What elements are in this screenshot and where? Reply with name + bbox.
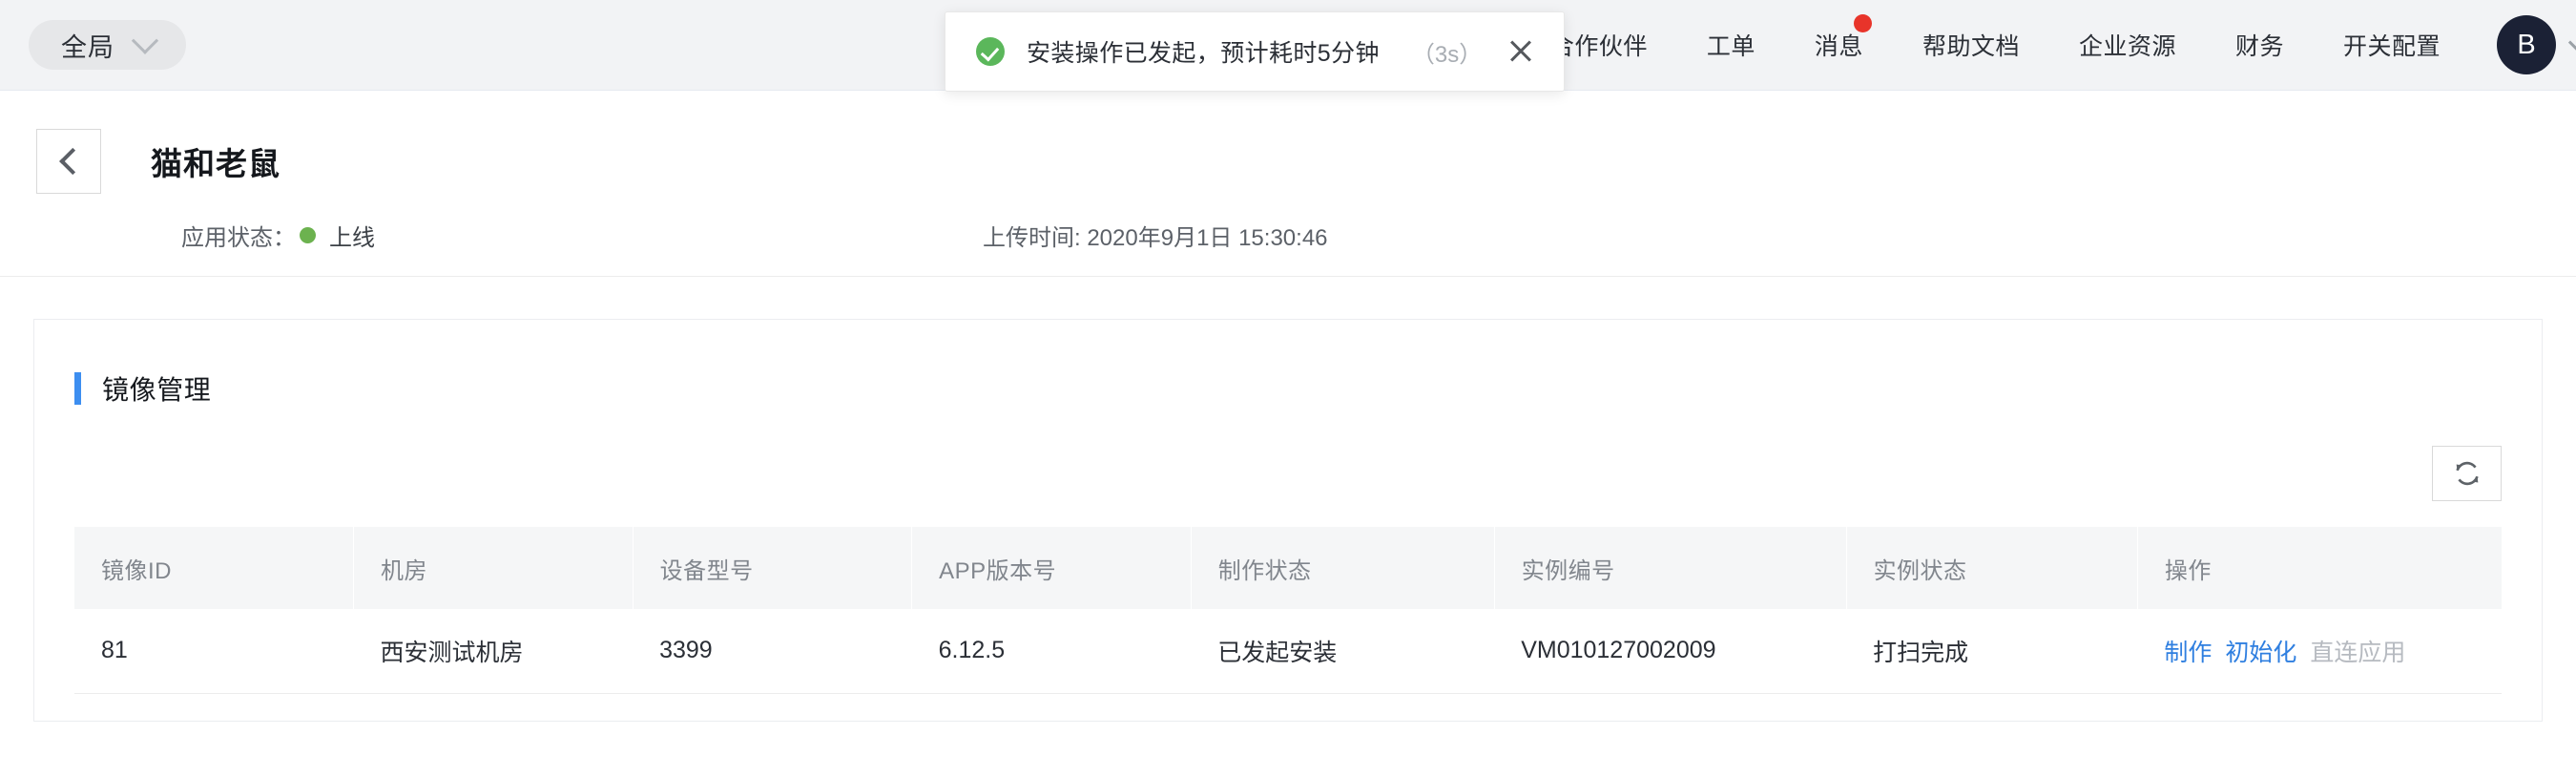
cell-build-status: 已发起安装: [1191, 609, 1495, 694]
upload-time: 上传时间: 2020年9月1日 15:30:46: [983, 224, 1328, 251]
scope-selector-label: 全局: [61, 32, 114, 62]
toast-notification: 安装操作已发起，预计耗时5分钟 （3s）: [945, 11, 1565, 92]
status-dot-icon: [300, 226, 316, 243]
chevron-left-icon: [59, 147, 87, 176]
cell-instance-no: VM010127002009: [1494, 609, 1847, 694]
app-status: 应用状态： 上线: [181, 219, 375, 252]
nav-item-label: 财务: [2234, 33, 2284, 60]
chevron-down-icon: [131, 27, 159, 54]
cell-data-center: 西安测试机房: [353, 609, 634, 694]
refresh-icon: [2455, 461, 2479, 486]
column-header-build-status: 制作状态: [1191, 527, 1495, 609]
cell-actions: 制作 初始化 直连应用: [2137, 609, 2502, 694]
nav-item-label: 工单: [1706, 33, 1755, 60]
scope-selector[interactable]: 全局: [29, 20, 186, 70]
cell-image-id: 81: [74, 609, 354, 694]
page-header-row: 猫和老鼠: [0, 91, 2576, 194]
nav-item-messages[interactable]: 消息: [1785, 14, 1893, 62]
toast-countdown: （3s）: [1411, 41, 1483, 68]
page-header: 猫和老鼠 应用状态： 上线 上传时间: 2020年9月1日 15:30:46: [0, 91, 2576, 277]
column-header-actions: 操作: [2137, 527, 2502, 609]
action-build[interactable]: 制作: [2164, 634, 2212, 668]
column-header-instance-status: 实例状态: [1846, 527, 2138, 609]
content-area: 镜像管理 镜像ID 机房 设备型号 APP版本号 制作状态 实例编号 实例状态 …: [0, 277, 2576, 722]
success-check-icon: [976, 37, 1005, 66]
nav-item-label: 开关配置: [2342, 33, 2441, 60]
table-row: 81 西安测试机房 3399 6.12.5 已发起安装 VM0101270020…: [74, 609, 2502, 694]
nav-item-help-docs[interactable]: 帮助文档: [1893, 28, 2049, 62]
card-title: 镜像管理: [102, 375, 212, 405]
app-status-value: 上线: [329, 224, 375, 251]
nav-item-switch-config[interactable]: 开关配置: [2314, 28, 2470, 62]
chevron-down-icon: [2567, 32, 2576, 52]
row-actions: 制作 初始化 直连应用: [2164, 634, 2502, 668]
back-button[interactable]: [36, 129, 101, 194]
nav-item-label: 帮助文档: [1922, 33, 2020, 60]
table-header-row: 镜像ID 机房 设备型号 APP版本号 制作状态 实例编号 实例状态 操作: [74, 527, 2502, 609]
page-title: 猫和老鼠: [151, 146, 280, 181]
nav-item-enterprise-resources[interactable]: 企业资源: [2049, 28, 2206, 62]
image-management-card: 镜像管理 镜像ID 机房 设备型号 APP版本号 制作状态 实例编号 实例状态 …: [33, 319, 2543, 722]
main-nav: 合作伙伴 工单 消息 帮助文档 企业资源 财务 开关配置 B: [1521, 14, 2576, 74]
column-header-device-model: 设备型号: [633, 527, 913, 609]
column-header-app-version: APP版本号: [911, 527, 1192, 609]
nav-item-label: 企业资源: [2078, 33, 2176, 60]
cell-instance-status: 打扫完成: [1846, 609, 2138, 694]
column-header-instance-no: 实例编号: [1494, 527, 1847, 609]
column-header-data-center: 机房: [353, 527, 634, 609]
table-toolbar: [34, 408, 2542, 501]
nav-item-label: 合作伙伴: [1549, 33, 1648, 60]
action-direct-connect-app: 直连应用: [2310, 639, 2406, 666]
cell-app-version: 6.12.5: [911, 609, 1192, 694]
close-icon[interactable]: [1505, 35, 1537, 68]
nav-item-finance[interactable]: 财务: [2206, 28, 2314, 62]
action-initialize[interactable]: 初始化: [2225, 634, 2296, 668]
nav-item-tickets[interactable]: 工单: [1677, 28, 1785, 62]
app-status-label: 应用状态：: [181, 224, 296, 251]
table-head: 镜像ID 机房 设备型号 APP版本号 制作状态 实例编号 实例状态 操作: [74, 527, 2502, 609]
notification-badge-dot: [1853, 14, 1872, 32]
avatar: B: [2497, 15, 2556, 74]
top-bar: 全局 安装操作已发起，预计耗时5分钟 （3s） 合作伙伴 工单 消息 帮助文档 …: [0, 0, 2576, 92]
table-body: 81 西安测试机房 3399 6.12.5 已发起安装 VM0101270020…: [74, 609, 2502, 694]
page-meta-row: 应用状态： 上线 上传时间: 2020年9月1日 15:30:46: [0, 194, 2576, 276]
image-table: 镜像ID 机房 设备型号 APP版本号 制作状态 实例编号 实例状态 操作 81…: [74, 527, 2502, 694]
nav-item-label: 消息: [1814, 33, 1863, 60]
table-container: 镜像ID 机房 设备型号 APP版本号 制作状态 实例编号 实例状态 操作 81…: [34, 501, 2542, 694]
refresh-button[interactable]: [2432, 446, 2502, 501]
cell-device-model: 3399: [633, 609, 912, 694]
card-title-row: 镜像管理: [34, 320, 2542, 408]
card-accent-bar: [74, 372, 81, 405]
column-header-image-id: 镜像ID: [74, 527, 355, 609]
toast-message: 安装操作已发起，预计耗时5分钟: [1027, 40, 1380, 67]
user-menu[interactable]: B: [2497, 15, 2576, 74]
